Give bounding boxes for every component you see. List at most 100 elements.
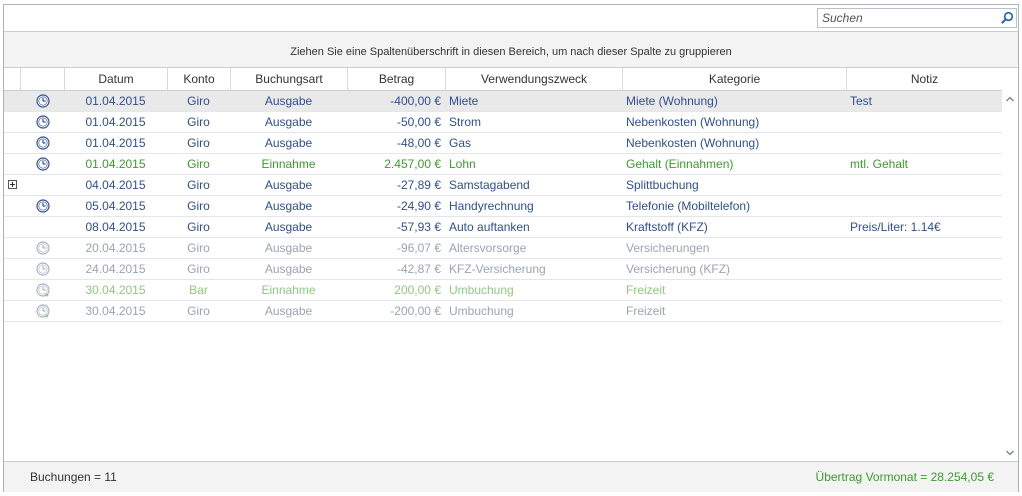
cell-datum: 01.04.2015 bbox=[85, 157, 146, 171]
cell-notiz bbox=[846, 259, 1002, 279]
cell-kategorie: Miete (Wohnung) bbox=[626, 94, 718, 108]
transfer-clock-icon bbox=[36, 283, 50, 297]
table-row[interactable]: 30.04.2015 Bar Einnahme 200,00 € Umbuchung Fr… bbox=[4, 280, 1002, 301]
clock-icon bbox=[36, 241, 50, 255]
clock-icon bbox=[36, 115, 50, 129]
cell-betrag: 200,00 € bbox=[394, 283, 441, 297]
cell-konto: Giro bbox=[187, 199, 210, 213]
header-verwendungszweck[interactable]: Verwendungszweck bbox=[445, 68, 622, 90]
header-konto[interactable]: Konto bbox=[167, 68, 230, 90]
cell-konto: Giro bbox=[187, 94, 210, 108]
toolbar bbox=[4, 5, 1018, 32]
cell-kategorie: Freizeit bbox=[626, 283, 666, 297]
table-row[interactable]: 01.04.2015 Giro Einnahme 2.457,00 € Lohn Geha… bbox=[4, 154, 1002, 175]
cell-buchungsart: Ausgabe bbox=[264, 94, 313, 108]
cell-verwendungszweck: Umbuchung bbox=[449, 283, 514, 297]
expand-plus-icon[interactable] bbox=[8, 180, 17, 189]
cell-verwendungszweck: KFZ-Versicherung bbox=[449, 262, 546, 276]
cell-datum: 05.04.2015 bbox=[85, 199, 146, 213]
cell-buchungsart: Ausgabe bbox=[264, 199, 313, 213]
cell-konto: Giro bbox=[187, 220, 210, 234]
cell-kategorie: Telefonie (Mobiltelefon) bbox=[626, 199, 751, 213]
table-row[interactable]: 08.04.2015 Giro Ausgabe -57,93 € Auto auftan… bbox=[4, 217, 1002, 238]
search-box[interactable] bbox=[817, 8, 1017, 28]
cell-kategorie: Versicherung (KFZ) bbox=[626, 262, 731, 276]
cell-datum: 08.04.2015 bbox=[85, 220, 146, 234]
clock-icon bbox=[36, 157, 50, 171]
cell-betrag: -27,89 € bbox=[396, 178, 441, 192]
cell-buchungsart: Ausgabe bbox=[264, 304, 313, 318]
cell-verwendungszweck: Altersvorsorge bbox=[449, 241, 527, 255]
cell-verwendungszweck: Strom bbox=[449, 115, 482, 129]
transfer-clock-icon bbox=[36, 304, 50, 318]
cell-datum: 04.04.2015 bbox=[85, 178, 146, 192]
cell-konto: Giro bbox=[187, 115, 210, 129]
cell-notiz bbox=[846, 301, 1002, 321]
header-buchungsart[interactable]: Buchungsart bbox=[230, 68, 347, 90]
cell-datum: 30.04.2015 bbox=[85, 304, 146, 318]
carryover-previous-month: Übertrag Vormonat = 28.254,05 € bbox=[815, 470, 994, 484]
search-icon[interactable] bbox=[1000, 11, 1014, 25]
cell-notiz: Preis/Liter: 1.14€ bbox=[850, 220, 941, 234]
cell-notiz bbox=[846, 175, 1002, 195]
header-status-column[interactable] bbox=[20, 68, 64, 90]
table-row[interactable]: 30.04.2015 Giro Ausgabe -200,00 € Umbuchung F… bbox=[4, 301, 1002, 322]
header-betrag[interactable]: Betrag bbox=[347, 68, 445, 90]
scroll-up-arrow-icon[interactable] bbox=[1005, 95, 1015, 103]
status-footer: Buchungen = 11 Übertrag Vormonat = 28.25… bbox=[4, 461, 1018, 492]
cell-kategorie: Gehalt (Einnahmen) bbox=[626, 157, 734, 171]
cell-notiz bbox=[846, 238, 1002, 258]
cell-notiz: mtl. Gehalt bbox=[850, 157, 909, 171]
table-row[interactable]: 20.04.2015 Giro Ausgabe -96,07 € Altersvorso… bbox=[4, 238, 1002, 259]
cell-buchungsart: Ausgabe bbox=[264, 136, 313, 150]
cell-konto: Giro bbox=[187, 241, 210, 255]
grid-header: Datum Konto Buchungsart Betrag Verwendun… bbox=[4, 68, 1002, 91]
cell-buchungsart: Ausgabe bbox=[264, 220, 313, 234]
cell-betrag: -24,90 € bbox=[396, 199, 441, 213]
cell-kategorie: Kraftstoff (KFZ) bbox=[626, 220, 708, 234]
table-row[interactable]: 05.04.2015 Giro Ausgabe -24,90 € Handyrechnu… bbox=[4, 196, 1002, 217]
booking-count: Buchungen = 11 bbox=[30, 470, 117, 484]
cell-konto: Giro bbox=[187, 304, 210, 318]
group-by-panel[interactable]: Ziehen Sie eine Spaltenüberschrift in di… bbox=[4, 32, 1018, 68]
cell-kategorie: Nebenkosten (Wohnung) bbox=[626, 115, 760, 129]
header-expand-column bbox=[4, 68, 20, 90]
bookings-panel: Ziehen Sie eine Spaltenüberschrift in di… bbox=[3, 4, 1019, 492]
cell-buchungsart: Einnahme bbox=[261, 283, 316, 297]
cell-notiz bbox=[846, 112, 1002, 132]
cell-verwendungszweck: Auto auftanken bbox=[449, 220, 530, 234]
cell-verwendungszweck: Handyrechnung bbox=[449, 199, 534, 213]
clock-icon bbox=[36, 262, 50, 276]
vertical-scrollbar[interactable] bbox=[1002, 91, 1018, 461]
cell-konto: Giro bbox=[187, 178, 210, 192]
header-notiz[interactable]: Notiz bbox=[846, 68, 1002, 90]
clock-icon bbox=[36, 94, 50, 108]
table-row[interactable]: 04.04.2015 Giro Ausgabe -27,89 € Samstagaben… bbox=[4, 175, 1002, 196]
cell-konto: Giro bbox=[187, 136, 210, 150]
cell-betrag: -96,07 € bbox=[396, 241, 441, 255]
cell-verwendungszweck: Miete bbox=[449, 94, 479, 108]
cell-buchungsart: Ausgabe bbox=[264, 178, 313, 192]
cell-betrag: -57,93 € bbox=[396, 220, 441, 234]
cell-datum: 20.04.2015 bbox=[85, 241, 146, 255]
header-datum[interactable]: Datum bbox=[64, 68, 167, 90]
cell-konto: Giro bbox=[187, 262, 210, 276]
cell-betrag: -200,00 € bbox=[390, 304, 441, 318]
search-input[interactable] bbox=[818, 9, 1000, 27]
cell-betrag: -42,87 € bbox=[396, 262, 441, 276]
cell-datum: 01.04.2015 bbox=[85, 136, 146, 150]
cell-kategorie: Splittbuchung bbox=[626, 178, 699, 192]
header-kategorie[interactable]: Kategorie bbox=[622, 68, 846, 90]
cell-datum: 24.04.2015 bbox=[85, 262, 146, 276]
scroll-down-arrow-icon[interactable] bbox=[1005, 449, 1015, 457]
table-row[interactable]: 01.04.2015 Giro Ausgabe -48,00 € Gas Nebenkos… bbox=[4, 133, 1002, 154]
table-row[interactable]: 01.04.2015 Giro Ausgabe -400,00 € Miete Miete… bbox=[4, 91, 1002, 112]
table-row[interactable]: 01.04.2015 Giro Ausgabe -50,00 € Strom Nebenk… bbox=[4, 112, 1002, 133]
cell-betrag: -50,00 € bbox=[396, 115, 441, 129]
clock-icon bbox=[36, 199, 50, 213]
cell-notiz bbox=[846, 133, 1002, 153]
cell-kategorie: Freizeit bbox=[626, 304, 666, 318]
cell-betrag: -48,00 € bbox=[396, 136, 441, 150]
clock-icon bbox=[36, 136, 50, 150]
table-row[interactable]: 24.04.2015 Giro Ausgabe -42,87 € KFZ-Versich… bbox=[4, 259, 1002, 280]
